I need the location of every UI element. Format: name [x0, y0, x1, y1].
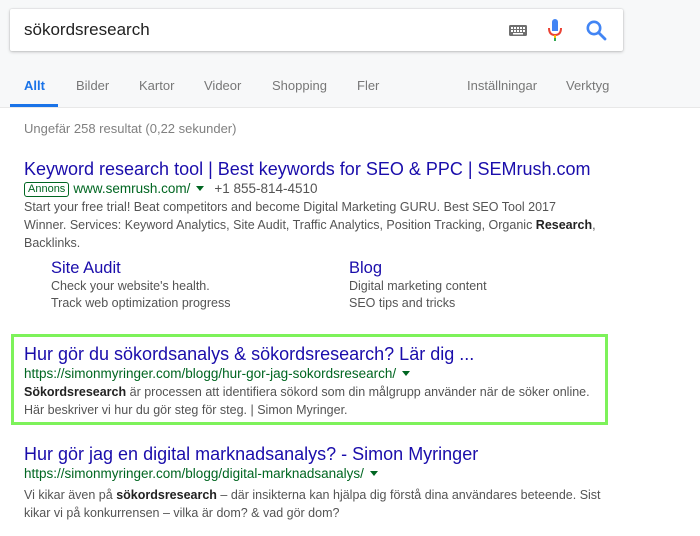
- result-snippet: Vi kikar även på sökordsresearch – där i…: [24, 486, 644, 522]
- dropdown-caret-icon[interactable]: [402, 371, 411, 376]
- result-stats: Ungefär 258 resultat (0,22 sekunder): [24, 121, 237, 136]
- search-box[interactable]: sökordsresearch: [10, 9, 623, 51]
- dropdown-caret-icon[interactable]: [196, 186, 205, 191]
- result-snippet: Start your free trial! Beat competitors …: [24, 198, 644, 252]
- result-url-row: https://simonmyringer.com/blogg/hur-gor-…: [24, 365, 644, 383]
- ad-badge: Annons: [24, 182, 70, 197]
- result-title-link[interactable]: Hur gör jag en digital marknadsanalys? -…: [24, 443, 644, 465]
- active-tab-indicator: [10, 104, 58, 107]
- sitelink-desc: Check your website's health.: [51, 279, 210, 293]
- snippet-bold: Research: [535, 218, 593, 232]
- snippet-line: Sökordsresearch är processen att identif…: [24, 383, 644, 401]
- sitelink-title[interactable]: Blog: [349, 258, 609, 278]
- phone-number[interactable]: +1 855-814-4510: [214, 181, 317, 196]
- sitelink-desc: Digital marketing content: [349, 279, 487, 293]
- tab-shopping[interactable]: Shopping: [272, 78, 327, 93]
- snippet-text: Vi kikar även på: [24, 488, 117, 502]
- snippet-line: Backlinks.: [24, 236, 81, 250]
- keyboard-icon[interactable]: [508, 21, 528, 39]
- dropdown-caret-icon[interactable]: [369, 471, 378, 476]
- snippet-line: Här beskriver vi hur du gör steg för ste…: [24, 403, 348, 417]
- tab-settings[interactable]: Inställningar: [467, 78, 537, 93]
- sitelink-title[interactable]: Site Audit: [51, 258, 311, 278]
- search-tabs: Allt Bilder Kartor Videor Shopping Fler …: [0, 64, 700, 108]
- result-url-row: Annons www.semrush.com/ +1 855-814-4510: [24, 180, 644, 198]
- snippet-bold: Sökordsresearch: [24, 385, 127, 399]
- snippet-text: Winner. Services: Keyword Analytics, Sit…: [24, 218, 536, 232]
- sitelink-blog: Blog Digital marketing content SEO tips …: [349, 258, 609, 312]
- sitelink-desc: SEO tips and tricks: [349, 296, 456, 310]
- search-result: Hur gör jag en digital marknadsanalys? -…: [24, 443, 644, 522]
- snippet-comma: ,: [592, 218, 596, 232]
- result-url[interactable]: https://simonmyringer.com/blogg/digital-…: [24, 466, 364, 481]
- snippet-text: är processen att identifiera sökord som …: [126, 385, 590, 399]
- snippet-line: kikar vi på konkurrensen – vilka är dom?…: [24, 506, 340, 520]
- tab-more[interactable]: Fler: [357, 78, 379, 93]
- result-title-link[interactable]: Hur gör du sökordsanalys & sökordsresear…: [24, 343, 644, 365]
- snippet-line: Start your free trial! Beat competitors …: [24, 200, 556, 214]
- search-icon[interactable]: [585, 19, 607, 41]
- result-snippet: Sökordsresearch är processen att identif…: [24, 383, 644, 419]
- result-url[interactable]: https://simonmyringer.com/blogg/hur-gor-…: [24, 366, 396, 381]
- tab-videos[interactable]: Videor: [204, 78, 241, 93]
- search-result-ad: Keyword research tool | Best keywords fo…: [24, 158, 644, 252]
- top-bar: sökordsresearch Allt Bilder Kartor Video…: [0, 0, 700, 108]
- snippet-bold: sökordsresearch: [116, 488, 217, 502]
- result-url-row: https://simonmyringer.com/blogg/digital-…: [24, 465, 644, 483]
- sitelink-site-audit: Site Audit Check your website's health. …: [51, 258, 311, 312]
- tab-tools[interactable]: Verktyg: [566, 78, 609, 93]
- result-title-link[interactable]: Keyword research tool | Best keywords fo…: [24, 158, 644, 180]
- tab-images[interactable]: Bilder: [76, 78, 109, 93]
- tab-maps[interactable]: Kartor: [139, 78, 174, 93]
- microphone-icon[interactable]: [546, 18, 564, 42]
- snippet-line: Vi kikar även på sökordsresearch – där i…: [24, 486, 644, 504]
- search-input[interactable]: sökordsresearch: [24, 20, 150, 40]
- snippet-text: – där insikterna kan hjälpa dig förstå d…: [216, 488, 601, 502]
- result-url[interactable]: www.semrush.com/: [73, 181, 190, 196]
- sitelink-desc: Track web optimization progress: [51, 296, 231, 310]
- tab-all[interactable]: Allt: [24, 78, 45, 93]
- search-result: Hur gör du sökordsanalys & sökordsresear…: [24, 343, 644, 419]
- snippet-line: Winner. Services: Keyword Analytics, Sit…: [24, 216, 644, 234]
